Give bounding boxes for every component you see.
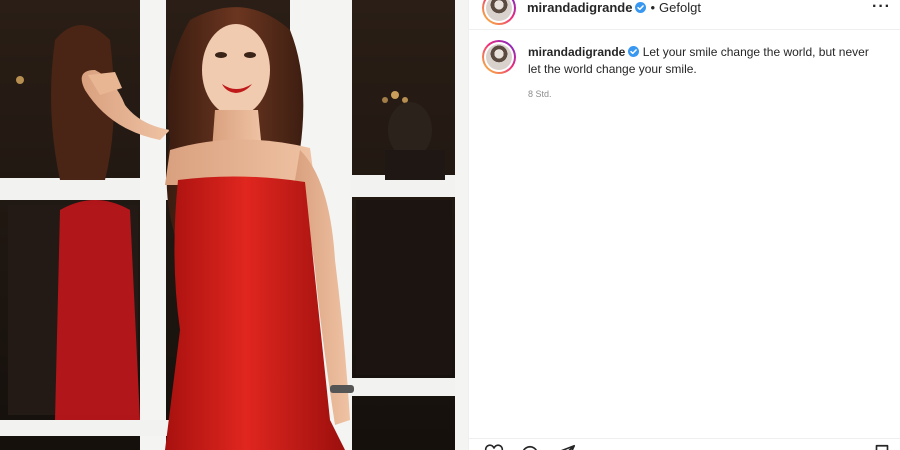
caption-author-avatar[interactable] [482,40,516,74]
verified-badge-icon [635,2,647,13]
comment-icon[interactable] [519,443,541,450]
heart-icon[interactable] [483,443,505,450]
more-options-icon[interactable]: ··· [872,0,891,16]
post-photo-illustration [0,0,468,450]
caption-username-link[interactable]: mirandadigrande [528,45,625,59]
author-avatar[interactable] [482,0,516,25]
separator-dot: • [650,0,656,15]
post-action-bar [469,438,900,450]
verified-badge-icon [628,46,640,57]
paper-plane-icon[interactable] [555,443,577,450]
post-details-panel: mirandadigrande • Gefolgt ··· mirandadigra… [468,0,900,450]
author-info: mirandadigrande • Gefolgt [527,0,701,15]
bookmark-icon[interactable] [871,443,893,450]
post-header: mirandadigrande • Gefolgt ··· [469,0,900,30]
caption-text-block: mirandadigrande Let your smile change th… [528,44,878,78]
avatar-image [486,0,512,21]
follow-status-button[interactable]: Gefolgt [659,0,701,15]
author-username-link[interactable]: mirandadigrande [527,0,632,15]
post-image[interactable] [0,0,468,450]
caption-timestamp[interactable]: 8 Std. [528,89,552,99]
avatar-image [486,44,512,70]
